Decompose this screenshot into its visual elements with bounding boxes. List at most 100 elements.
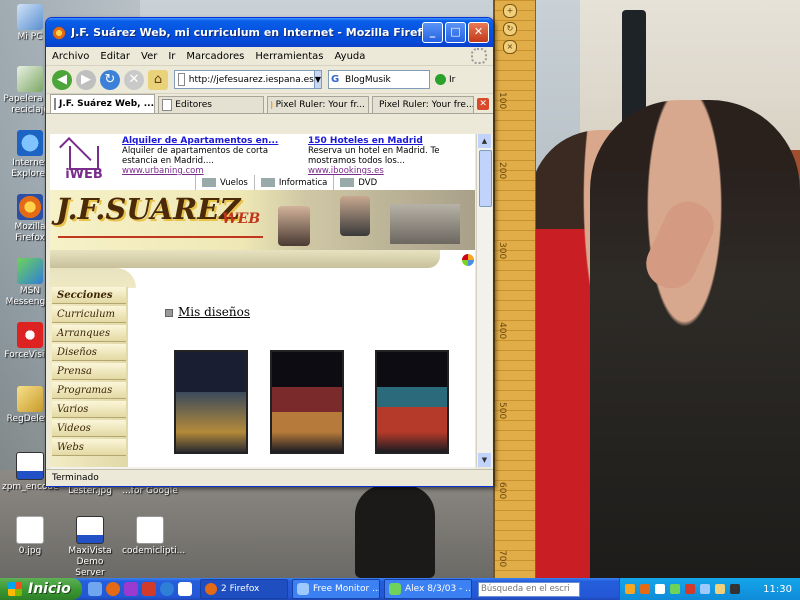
tray-icon[interactable] bbox=[625, 584, 635, 594]
tab-jf-suarez[interactable]: J.F. Suárez Web, ... bbox=[50, 94, 156, 113]
document-icon[interactable] bbox=[178, 582, 192, 596]
colorful-icon[interactable] bbox=[462, 254, 474, 266]
design-thumbnail-3[interactable] bbox=[375, 350, 449, 454]
taskbar-button-firefox[interactable]: 2 Firefox bbox=[200, 579, 288, 599]
taskbar-button-label: 2 Firefox bbox=[221, 584, 260, 594]
desktop-icon-codemiclipti[interactable]: codemiclipti... bbox=[122, 516, 185, 557]
search-engine-icon[interactable]: G bbox=[331, 74, 343, 86]
tray-icon[interactable] bbox=[700, 584, 710, 594]
desktop-search-input[interactable]: Búsqueda en el escri bbox=[478, 581, 580, 597]
menu-ir[interactable]: Ir bbox=[168, 51, 175, 62]
ruler-rotate-icon[interactable]: ↻ bbox=[503, 22, 517, 36]
desktop-icon-0-jpg[interactable]: 0.jpg bbox=[2, 516, 58, 557]
monitor-icon bbox=[16, 452, 44, 480]
taskbar-button-alex[interactable]: Alex 8/3/03 - ... bbox=[384, 579, 472, 599]
monitor-icon bbox=[260, 178, 275, 187]
tab-label: Editores bbox=[175, 100, 212, 110]
ad-title-link[interactable]: Alquiler de Apartamentos en... bbox=[122, 136, 304, 146]
internet-explorer-icon[interactable] bbox=[160, 582, 174, 596]
taskbar-button-free-monitor[interactable]: Free Monitor ... bbox=[292, 579, 380, 599]
ruler-close-icon[interactable]: × bbox=[503, 40, 517, 54]
ad-text: Alquiler de apartamentos de corta estanc… bbox=[122, 146, 269, 166]
tray-icon[interactable] bbox=[715, 584, 725, 594]
close-tab-icon[interactable]: ✕ bbox=[477, 97, 490, 110]
sidebar-item-varios[interactable]: Varios bbox=[52, 401, 126, 418]
clock[interactable]: 11:30 bbox=[763, 584, 792, 595]
status-bar: Terminado bbox=[46, 469, 493, 486]
ad-nav-vuelos[interactable]: Vuelos bbox=[195, 175, 254, 190]
site-logo[interactable]: J.F.SUAREZ bbox=[56, 192, 241, 226]
show-desktop-icon[interactable] bbox=[88, 582, 102, 596]
tab-label: Pixel Ruler: Your fr... bbox=[275, 100, 365, 110]
ad-nav-informatica[interactable]: Informatica bbox=[253, 175, 334, 190]
desktop-icon-label: Mi PC bbox=[17, 32, 43, 42]
tray-icon[interactable] bbox=[670, 584, 680, 594]
plane-icon bbox=[202, 178, 216, 187]
media-icon[interactable] bbox=[124, 582, 138, 596]
app-icon[interactable] bbox=[142, 582, 156, 596]
menu-herramientas[interactable]: Herramientas bbox=[255, 51, 323, 62]
system-tray: 11:30 bbox=[619, 578, 800, 600]
maximize-button[interactable]: □ bbox=[445, 22, 466, 43]
search-bar[interactable]: G BlogMusik bbox=[328, 70, 430, 89]
pixel-ruler[interactable]: + ↻ × 100 200 300 400 500 600 700 bbox=[493, 0, 536, 578]
sidebar-item-programas[interactable]: Programas bbox=[52, 382, 126, 399]
minimize-button[interactable]: _ bbox=[422, 22, 443, 43]
forward-button[interactable]: ▶ bbox=[76, 69, 96, 90]
tab-pixel-ruler-1[interactable]: Pixel Ruler: Your fr... bbox=[266, 96, 369, 113]
vertical-scrollbar[interactable]: ▲ ▼ bbox=[476, 134, 492, 467]
scroll-up-icon[interactable]: ▲ bbox=[478, 134, 491, 148]
design-thumbnail-2[interactable] bbox=[270, 350, 344, 454]
close-button[interactable]: ✕ bbox=[468, 22, 489, 43]
sidebar-item-prensa[interactable]: Prensa bbox=[52, 363, 126, 380]
menu-marcadores[interactable]: Marcadores bbox=[186, 51, 244, 62]
scroll-thumb[interactable] bbox=[479, 150, 492, 207]
bullet-icon bbox=[165, 308, 173, 317]
tray-icon[interactable] bbox=[640, 584, 650, 594]
design-thumbnail-1[interactable] bbox=[174, 350, 248, 454]
tab-editores[interactable]: Editores bbox=[158, 96, 264, 113]
menu-archivo[interactable]: Archivo bbox=[52, 51, 89, 62]
firefox-icon[interactable] bbox=[106, 582, 120, 596]
desktop-icon-maxivista[interactable]: MaxiVista Demo Server bbox=[62, 516, 118, 579]
tray-icon[interactable] bbox=[685, 584, 695, 594]
sidebar-item-webs[interactable]: Webs bbox=[52, 439, 126, 456]
start-button[interactable]: Inicio bbox=[0, 578, 82, 600]
go-label[interactable]: Ir bbox=[449, 75, 455, 85]
url-dropdown-icon[interactable]: ▼ bbox=[313, 71, 321, 88]
scroll-down-icon[interactable]: ▼ bbox=[478, 453, 491, 467]
url-bar[interactable]: http://jefesuarez.iespana.es ▼ bbox=[174, 70, 322, 89]
throbber-icon bbox=[471, 48, 487, 64]
desktop-icon-for-google[interactable]: ...for Google bbox=[122, 486, 178, 497]
ad-title-link[interactable]: 150 Hoteles en Madrid bbox=[308, 136, 473, 146]
camera-icon bbox=[340, 178, 355, 187]
url-text: http://jefesuarez.iespana.es bbox=[188, 74, 314, 85]
recycle-bin-icon bbox=[17, 66, 43, 92]
tray-icon[interactable] bbox=[730, 584, 740, 594]
go-icon[interactable] bbox=[435, 74, 446, 85]
firefox-icon bbox=[52, 25, 66, 40]
tray-icon[interactable] bbox=[655, 584, 665, 594]
home-button[interactable]: ⌂ bbox=[148, 69, 168, 90]
ruler-mark: 200 bbox=[497, 162, 507, 180]
ad-nav-dvd[interactable]: DVD bbox=[333, 175, 383, 190]
stop-button[interactable]: ✕ bbox=[124, 69, 144, 90]
menu-ver[interactable]: Ver bbox=[141, 51, 157, 62]
sidebar-item-disenos[interactable]: Diseños bbox=[52, 344, 126, 361]
firefox-window: J.F. Suárez Web, mi curriculum en Intern… bbox=[45, 17, 494, 487]
menu-editar[interactable]: Editar bbox=[100, 51, 130, 62]
sidebar-item-arranques[interactable]: Arranques bbox=[52, 325, 126, 342]
sidebar-item-curriculum[interactable]: Curriculum bbox=[52, 306, 126, 323]
sidebar-item-videos[interactable]: Videos bbox=[52, 420, 126, 437]
tab-pixel-ruler-2[interactable]: Pixel Ruler: Your fre... bbox=[371, 96, 475, 113]
desktop-icon-lester[interactable]: Lester.jpg bbox=[62, 486, 118, 497]
ruler-menu-icon[interactable]: + bbox=[503, 4, 517, 18]
menu-ayuda[interactable]: Ayuda bbox=[335, 51, 366, 62]
sidebar-heading-secciones: Secciones bbox=[52, 287, 126, 304]
firefox-icon bbox=[17, 194, 43, 220]
reload-button[interactable]: ↻ bbox=[100, 69, 120, 90]
iweb-logo[interactable]: iWEB bbox=[59, 137, 106, 183]
taskbar-button-label: Alex 8/3/03 - ... bbox=[405, 584, 472, 594]
back-button[interactable]: ◀ bbox=[52, 69, 72, 90]
window-titlebar[interactable]: J.F. Suárez Web, mi curriculum en Intern… bbox=[46, 18, 493, 47]
